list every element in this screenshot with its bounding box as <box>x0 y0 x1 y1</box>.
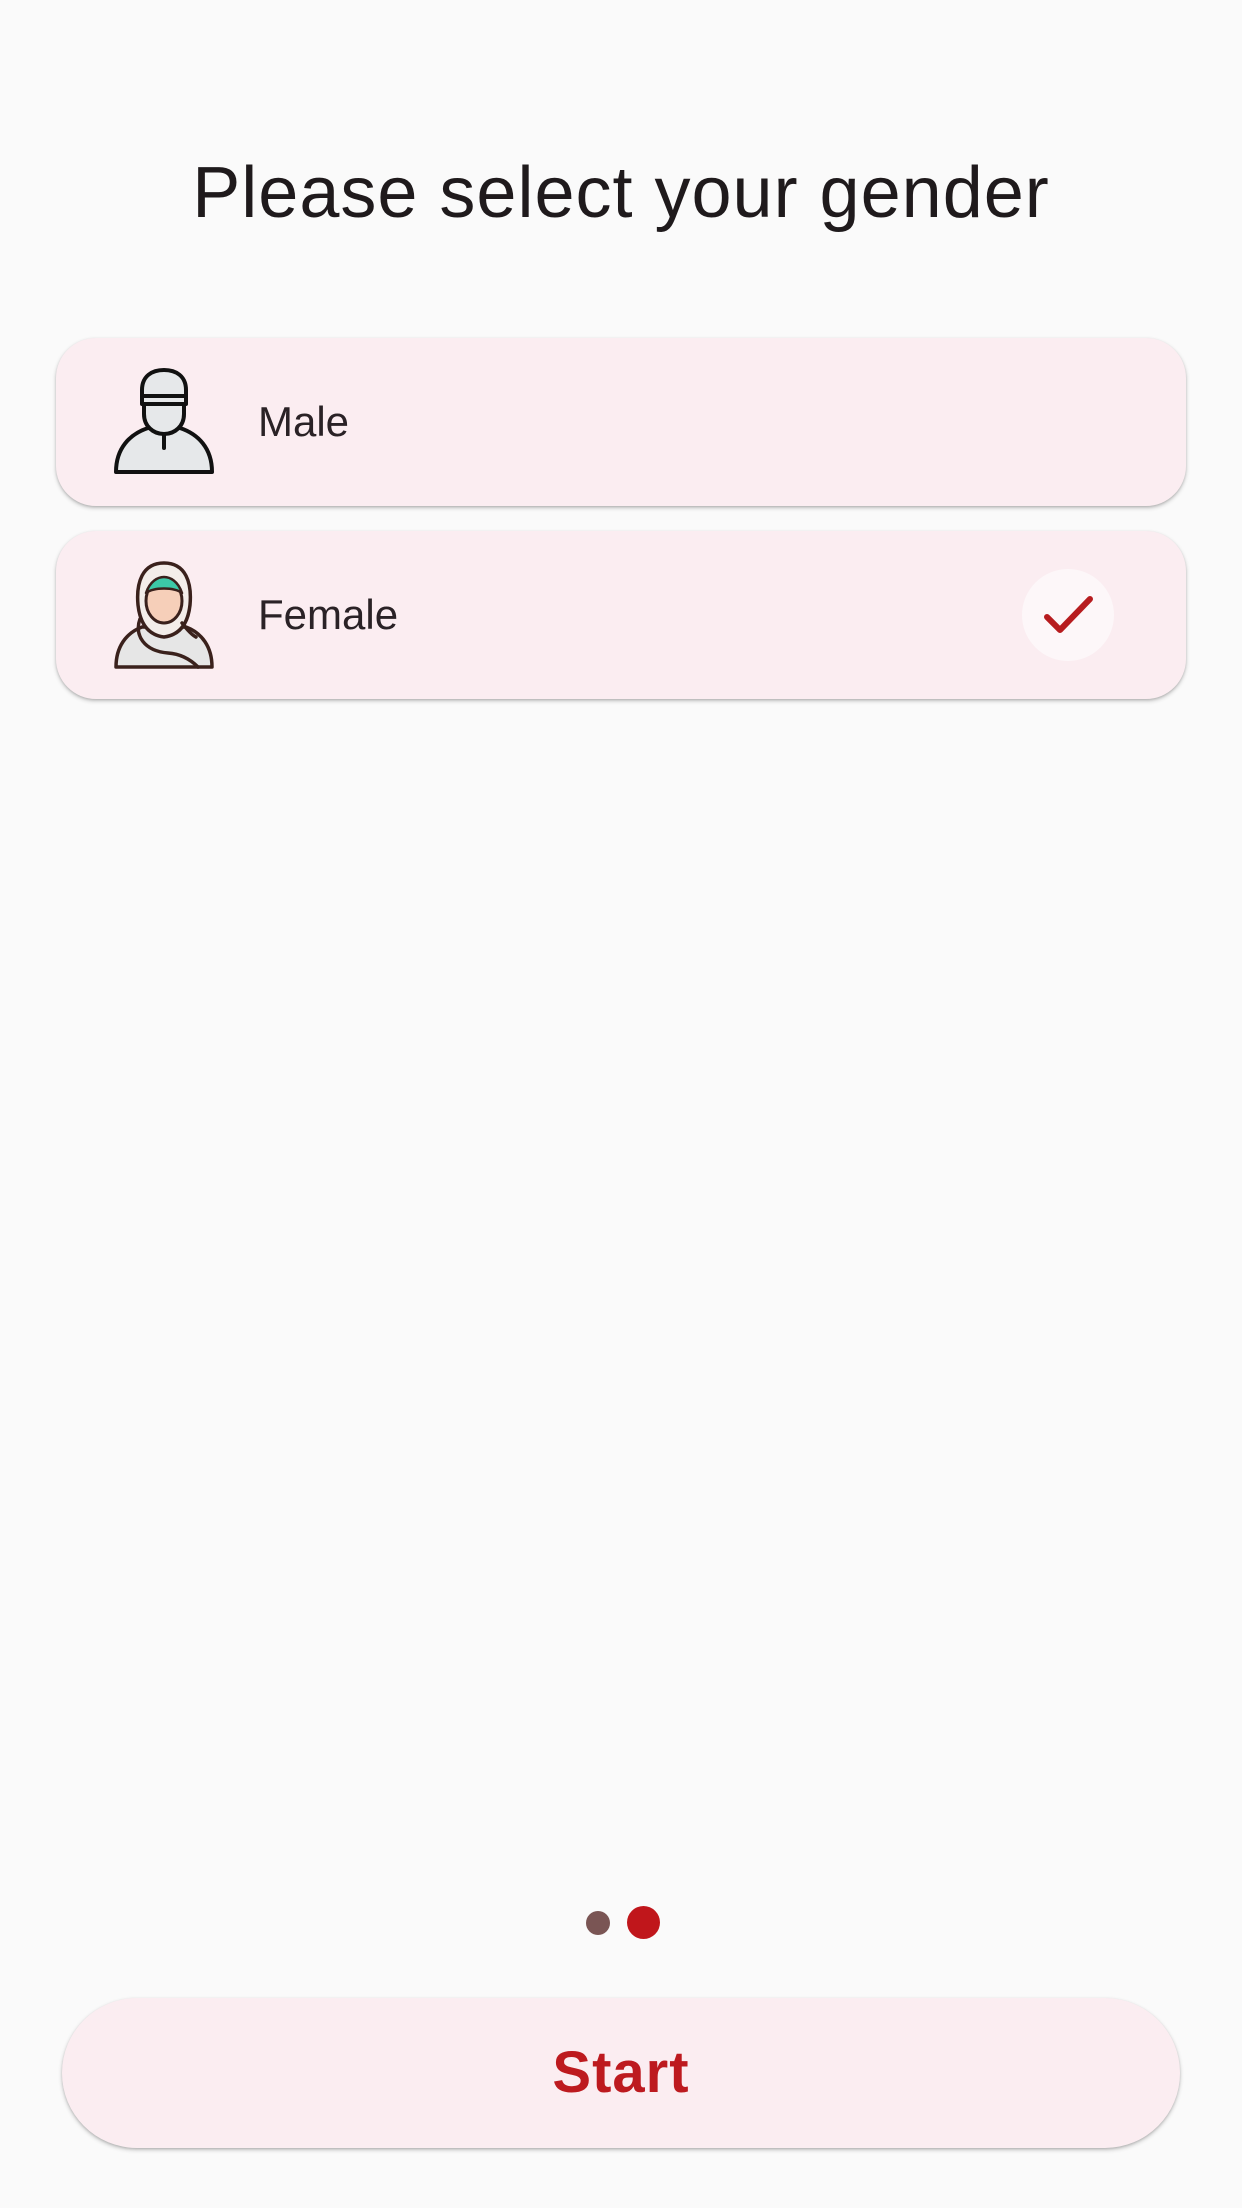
page-indicator <box>0 1906 1242 1940</box>
page-title: Please select your gender <box>192 153 1050 233</box>
page-dot-1 <box>586 1911 610 1935</box>
checkmark-icon <box>1044 596 1093 633</box>
male-avatar-icon <box>112 368 216 476</box>
female-hijab-avatar-icon <box>112 561 216 669</box>
option-female[interactable]: Female <box>56 531 1186 699</box>
option-male[interactable]: Male <box>56 338 1186 506</box>
start-button[interactable]: Start <box>62 1998 1180 2148</box>
page-dot-2-active <box>627 1906 660 1939</box>
option-label-male: Male <box>258 398 350 445</box>
selected-check-indicator <box>1022 569 1114 661</box>
option-label-female: Female <box>258 591 399 638</box>
